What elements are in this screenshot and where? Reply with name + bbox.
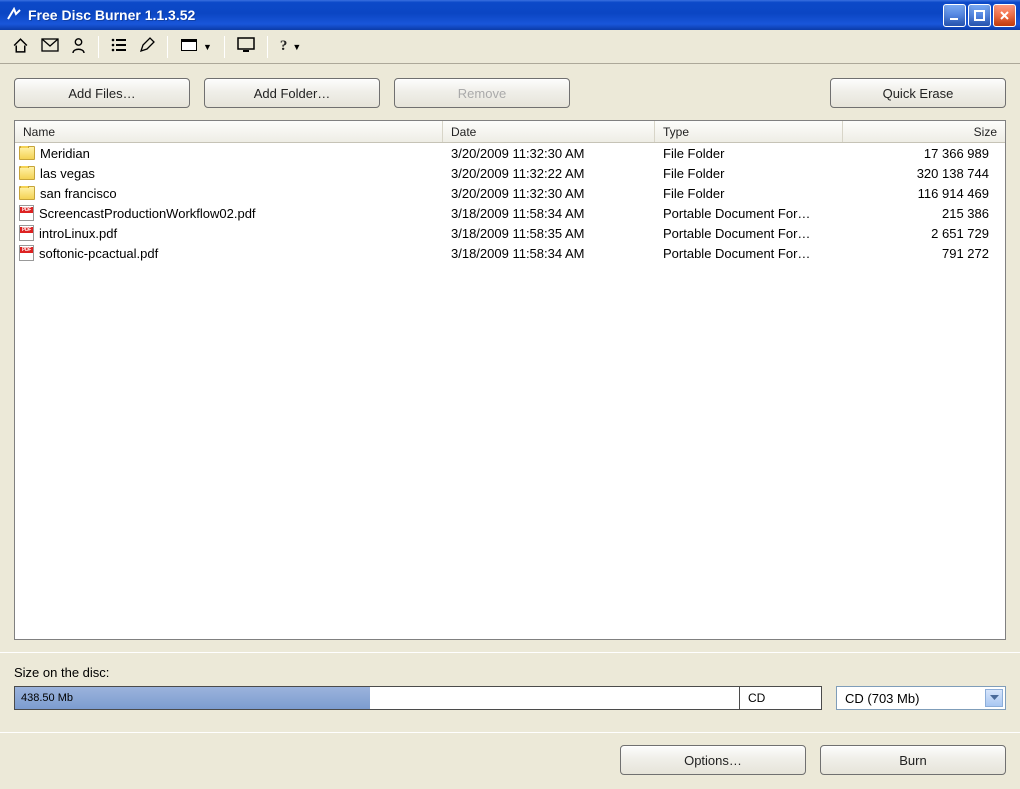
- list-icon: [111, 38, 127, 55]
- cell-name: san francisco: [15, 186, 443, 201]
- cell-type: Portable Document For…: [655, 246, 843, 261]
- table-row[interactable]: Meridian 3/20/2009 11:32:30 AMFile Folder…: [15, 143, 1005, 163]
- cell-size: 2 651 729: [843, 226, 1005, 241]
- disc-usage-text: 438.50 Mb: [15, 692, 73, 704]
- disc-capacity-marker: CD: [739, 687, 821, 709]
- file-name: ScreencastProductionWorkflow02.pdf: [39, 206, 256, 221]
- disc-type-value: CD (703 Mb): [845, 691, 919, 706]
- toolbar-mail[interactable]: [35, 34, 65, 59]
- pdf-icon: [19, 245, 34, 261]
- cell-size: 17 366 989: [843, 146, 1005, 161]
- file-name: Meridian: [40, 146, 90, 161]
- burn-button[interactable]: Burn: [820, 745, 1006, 775]
- column-header-date[interactable]: Date: [443, 121, 655, 142]
- add-files-button[interactable]: Add Files…: [14, 78, 190, 108]
- file-list: Name Date Type Size Meridian 3/20/2009 11…: [14, 120, 1006, 640]
- cell-size: 791 272: [843, 246, 1005, 261]
- cell-type: File Folder: [655, 146, 843, 161]
- pdf-icon: [19, 205, 34, 221]
- cell-date: 3/20/2009 11:32:22 AM: [443, 166, 655, 181]
- quick-erase-button[interactable]: Quick Erase: [830, 78, 1006, 108]
- toolbar-list[interactable]: [105, 34, 133, 59]
- toolbar-separator: [224, 36, 225, 58]
- chevron-down-icon: ▼: [203, 42, 212, 52]
- cell-type: File Folder: [655, 186, 843, 201]
- cell-type: Portable Document For…: [655, 226, 843, 241]
- mail-icon: [41, 38, 59, 55]
- cell-name: las vegas: [15, 166, 443, 181]
- window-title: Free Disc Burner 1.1.3.52: [28, 7, 943, 23]
- pencil-icon: [139, 37, 155, 56]
- user-icon: [71, 37, 86, 57]
- cell-date: 3/20/2009 11:32:30 AM: [443, 186, 655, 201]
- maximize-button[interactable]: [968, 4, 991, 27]
- file-name: softonic-pcactual.pdf: [39, 246, 158, 261]
- close-button[interactable]: [993, 4, 1016, 27]
- toolbar-monitor[interactable]: [231, 33, 261, 60]
- cell-type: File Folder: [655, 166, 843, 181]
- table-row[interactable]: softonic-pcactual.pdf 3/18/2009 11:58:34 …: [15, 243, 1005, 263]
- folder-icon: [19, 186, 35, 200]
- toolbar-edit[interactable]: [133, 33, 161, 60]
- cell-size: 116 914 469: [843, 186, 1005, 201]
- add-folder-button[interactable]: Add Folder…: [204, 78, 380, 108]
- disc-usage-bar: 438.50 Mb CD: [14, 686, 822, 710]
- folder-icon: [19, 166, 35, 180]
- panel-icon: [180, 38, 198, 55]
- cell-date: 3/20/2009 11:32:30 AM: [443, 146, 655, 161]
- file-name: san francisco: [40, 186, 117, 201]
- home-icon: [12, 37, 29, 57]
- column-header-name[interactable]: Name: [15, 121, 443, 142]
- cell-name: Meridian: [15, 146, 443, 161]
- cell-date: 3/18/2009 11:58:35 AM: [443, 226, 655, 241]
- toolbar-separator: [98, 36, 99, 58]
- cell-size: 215 386: [843, 206, 1005, 221]
- toolbar: ▼ ? ▼: [0, 30, 1020, 64]
- column-header-type[interactable]: Type: [655, 121, 843, 142]
- toolbar-separator: [267, 36, 268, 58]
- chevron-down-icon: [985, 689, 1003, 707]
- table-row[interactable]: las vegas 3/20/2009 11:32:22 AMFile Folde…: [15, 163, 1005, 183]
- disc-type-select[interactable]: CD (703 Mb): [836, 686, 1006, 710]
- disc-size-label: Size on the disc:: [14, 665, 1006, 680]
- column-header-size[interactable]: Size: [843, 121, 1005, 142]
- pdf-icon: [19, 225, 34, 241]
- folder-icon: [19, 146, 35, 160]
- file-name: las vegas: [40, 166, 95, 181]
- chevron-down-icon: ▼: [292, 42, 301, 52]
- cell-name: softonic-pcactual.pdf: [15, 245, 443, 261]
- file-name: introLinux.pdf: [39, 226, 117, 241]
- disc-usage-fill: 438.50 Mb: [15, 687, 370, 709]
- table-row[interactable]: ScreencastProductionWorkflow02.pdf 3/18/2…: [15, 203, 1005, 223]
- toolbar-help[interactable]: ? ▼: [274, 34, 307, 59]
- title-bar: Free Disc Burner 1.1.3.52: [0, 0, 1020, 30]
- cell-size: 320 138 744: [843, 166, 1005, 181]
- remove-button[interactable]: Remove: [394, 78, 570, 108]
- app-icon: [6, 7, 22, 23]
- options-button[interactable]: Options…: [620, 745, 806, 775]
- help-icon: ?: [280, 38, 288, 55]
- minimize-button[interactable]: [943, 4, 966, 27]
- cell-date: 3/18/2009 11:58:34 AM: [443, 206, 655, 221]
- cell-date: 3/18/2009 11:58:34 AM: [443, 246, 655, 261]
- cell-name: ScreencastProductionWorkflow02.pdf: [15, 205, 443, 221]
- toolbar-panel[interactable]: ▼: [174, 34, 218, 59]
- cell-type: Portable Document For…: [655, 206, 843, 221]
- table-row[interactable]: introLinux.pdf 3/18/2009 11:58:35 AMPorta…: [15, 223, 1005, 243]
- toolbar-separator: [167, 36, 168, 58]
- toolbar-user[interactable]: [65, 33, 92, 61]
- monitor-icon: [237, 37, 255, 56]
- table-row[interactable]: san francisco 3/20/2009 11:32:30 AMFile F…: [15, 183, 1005, 203]
- toolbar-home[interactable]: [6, 33, 35, 61]
- cell-name: introLinux.pdf: [15, 225, 443, 241]
